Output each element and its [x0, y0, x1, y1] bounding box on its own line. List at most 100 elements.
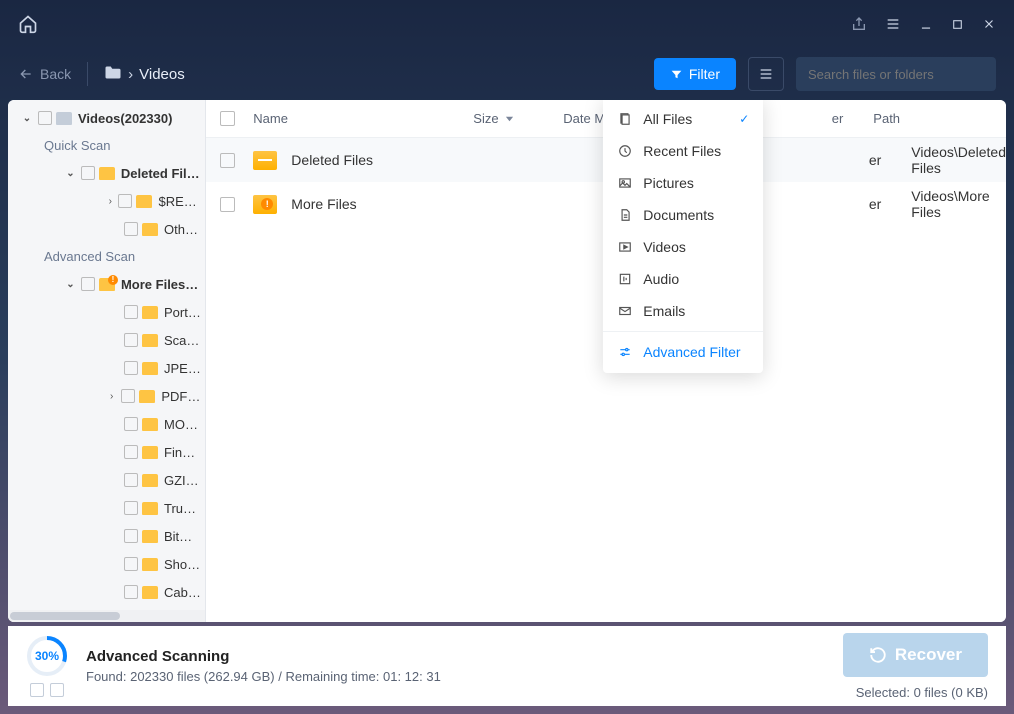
checkbox[interactable]	[124, 333, 138, 347]
option-label: Documents	[643, 207, 714, 223]
stop-button[interactable]	[50, 683, 64, 697]
tree-item[interactable]: Cabinet fi...	[8, 578, 205, 606]
chevron-down-icon[interactable]: ⌄	[64, 168, 77, 179]
folder-icon	[142, 362, 158, 375]
chevron-right-icon[interactable]: ›	[106, 196, 114, 207]
share-icon[interactable]	[851, 16, 867, 32]
tree-root[interactable]: ⌄ Videos(202330)	[8, 104, 205, 132]
back-label: Back	[40, 66, 71, 82]
checkbox[interactable]	[81, 166, 95, 180]
folder-alert-icon	[99, 278, 115, 291]
tree-item[interactable]: Bitmap fil..	[8, 522, 205, 550]
folder-icon	[136, 195, 152, 208]
checkbox[interactable]	[38, 111, 52, 125]
filter-option[interactable]: Audio	[603, 263, 763, 295]
checkbox[interactable]	[124, 222, 138, 236]
folder-icon	[142, 306, 158, 319]
sidebar-scrollbar[interactable]	[8, 610, 205, 622]
search-box[interactable]	[796, 57, 996, 91]
option-icon	[617, 112, 633, 126]
check-icon: ✓	[739, 112, 749, 126]
file-type: er	[801, 152, 911, 168]
tree-item[interactable]: JPEG Gra...	[8, 354, 205, 382]
scrollbar-thumb[interactable]	[10, 612, 120, 620]
back-button[interactable]: Back	[18, 66, 71, 82]
tree-item[interactable]: ›PDF(83)	[8, 382, 205, 410]
search-input[interactable]	[808, 67, 984, 82]
chevron-right-icon[interactable]: ›	[106, 391, 117, 402]
tree-other-lost[interactable]: Other los...	[8, 215, 205, 243]
col-path[interactable]: Path	[873, 111, 1006, 126]
selected-info: Selected: 0 files (0 KB)	[856, 685, 988, 700]
option-icon	[617, 272, 633, 286]
tree-item[interactable]: Portable .	[8, 298, 205, 326]
tree-item[interactable]: Final Cut .	[8, 438, 205, 466]
checkbox[interactable]	[124, 305, 138, 319]
checkbox[interactable]	[81, 277, 95, 291]
tree-item[interactable]: True Typ...	[8, 494, 205, 522]
folder-tree[interactable]: ⌄ Videos(202330) Quick Scan ⌄ Deleted Fi…	[8, 100, 205, 610]
checkbox[interactable]	[118, 194, 132, 208]
chevron-down-icon[interactable]: ⌄	[64, 279, 77, 290]
tree-item[interactable]: ShockWa...	[8, 550, 205, 578]
filter-button[interactable]: Filter	[654, 58, 736, 90]
option-icon	[617, 240, 633, 254]
tree-recycle[interactable]: › $RECYCL...	[8, 187, 205, 215]
checkbox[interactable]	[124, 557, 138, 571]
filter-dropdown: All Files ✓ Recent Files Pictures Documents V…	[603, 100, 763, 373]
breadcrumb[interactable]: › Videos	[104, 65, 185, 84]
statusbar: 30% Advanced Scanning Found: 202330 file…	[8, 626, 1006, 706]
checkbox[interactable]	[220, 153, 235, 168]
tree-item[interactable]: MOF file(...	[8, 410, 205, 438]
minimize-icon[interactable]	[919, 17, 933, 31]
content-area: Name Size Date M er Path Deleted Fileser…	[206, 100, 1006, 622]
maximize-icon[interactable]	[951, 18, 964, 31]
sort-desc-icon	[505, 114, 514, 123]
select-all-checkbox[interactable]	[220, 111, 235, 126]
filter-advanced[interactable]: Advanced Filter	[603, 331, 763, 367]
tree-item[interactable]: GZIP com.	[8, 466, 205, 494]
option-icon	[617, 176, 633, 190]
folder-icon	[142, 558, 158, 571]
file-path: Videos\More Files	[911, 188, 1006, 220]
folder-icon	[142, 446, 158, 459]
option-label: Emails	[643, 303, 685, 319]
close-icon[interactable]	[982, 17, 996, 31]
filter-option[interactable]: Recent Files	[603, 135, 763, 167]
checkbox[interactable]	[121, 389, 135, 403]
col-type[interactable]: er	[763, 111, 873, 126]
recover-button[interactable]: Recover	[843, 633, 988, 677]
option-label: All Files	[643, 111, 692, 127]
filter-option[interactable]: Documents	[603, 199, 763, 231]
checkbox[interactable]	[124, 529, 138, 543]
tree-item[interactable]: Scalable...	[8, 326, 205, 354]
filter-option[interactable]: Emails	[603, 295, 763, 327]
folder-icon	[104, 65, 122, 84]
filter-option[interactable]: Videos	[603, 231, 763, 263]
filter-label: Filter	[689, 66, 720, 82]
folder-icon	[142, 223, 158, 236]
checkbox[interactable]	[124, 417, 138, 431]
menu-icon[interactable]	[885, 16, 901, 32]
sidebar: ⌄ Videos(202330) Quick Scan ⌄ Deleted Fi…	[8, 100, 206, 622]
filter-option[interactable]: All Files ✓	[603, 103, 763, 135]
col-name[interactable]: Name	[253, 111, 473, 126]
chevron-down-icon[interactable]: ⌄	[20, 113, 34, 124]
checkbox[interactable]	[124, 501, 138, 515]
file-name: Deleted Files	[291, 152, 511, 168]
checkbox[interactable]	[124, 445, 138, 459]
tree-deleted-files[interactable]: ⌄ Deleted Files..	[8, 159, 205, 187]
view-toggle-button[interactable]	[748, 57, 784, 91]
home-icon[interactable]	[18, 14, 38, 34]
filter-advanced-label: Advanced Filter	[643, 344, 740, 360]
checkbox[interactable]	[124, 585, 138, 599]
option-label: Recent Files	[643, 143, 721, 159]
tree-more-files[interactable]: ⌄ More Files(4...	[8, 270, 205, 298]
recover-label: Recover	[895, 645, 962, 665]
checkbox[interactable]	[220, 197, 235, 212]
filter-option[interactable]: Pictures	[603, 167, 763, 199]
checkbox[interactable]	[124, 361, 138, 375]
col-size[interactable]: Size	[473, 111, 563, 126]
checkbox[interactable]	[124, 473, 138, 487]
pause-button[interactable]	[30, 683, 44, 697]
